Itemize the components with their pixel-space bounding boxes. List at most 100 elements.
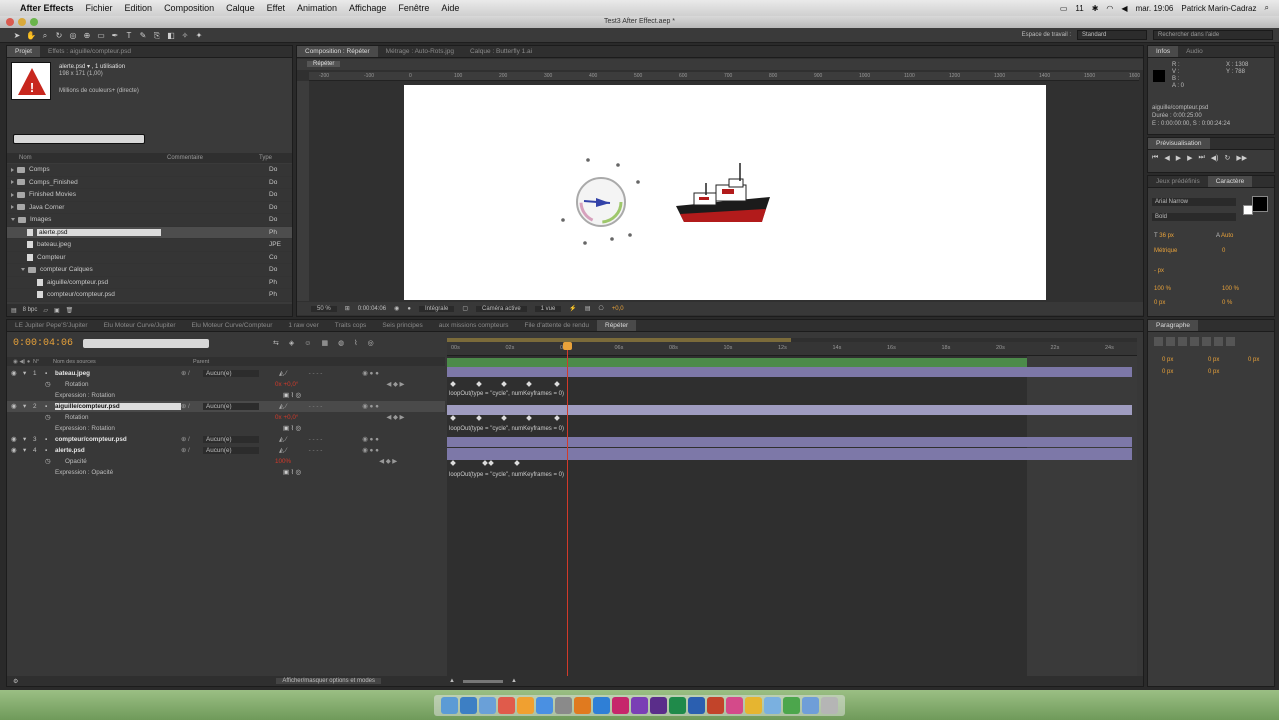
- align-left-icon[interactable]: [1154, 337, 1163, 346]
- zoom-window-icon[interactable]: [30, 18, 38, 26]
- camera-select[interactable]: Caméra active: [475, 305, 527, 312]
- property-row[interactable]: ◷ Rotation 0x +0,0° ◀ ◆ ▶: [7, 379, 445, 390]
- layer-expand-icon[interactable]: ▾: [17, 447, 33, 454]
- property-value[interactable]: 0x +0,0°: [275, 414, 298, 421]
- visibility-icon[interactable]: ◉: [7, 370, 17, 377]
- exposure-value[interactable]: +0,0: [612, 306, 624, 312]
- layer-row[interactable]: ◉ ▾ 4 ▪ alerte.psd ⊕ / Aucun(e) ◭ ⁄ - - - - ◉ ● ●: [7, 445, 445, 456]
- tab-layer[interactable]: Calque : Butterfly 1.ai: [462, 46, 540, 57]
- layer-switch-icons[interactable]: ◭ ⁄: [279, 436, 287, 443]
- tab-presets[interactable]: Jeux prédéfinis: [1148, 176, 1208, 187]
- layer-parent-select[interactable]: Aucun(e): [203, 370, 259, 377]
- battery-icon[interactable]: ▭: [1060, 4, 1068, 13]
- stopwatch-icon[interactable]: ◷: [7, 414, 65, 421]
- keyframe-marker[interactable]: [554, 381, 560, 387]
- column-type[interactable]: Type: [259, 155, 272, 161]
- stopwatch-icon[interactable]: ◷: [7, 458, 65, 465]
- graph-editor-icon[interactable]: ⌇: [354, 339, 357, 347]
- keyframe-marker[interactable]: [514, 460, 520, 466]
- calendar-icon[interactable]: [498, 696, 515, 714]
- tsume-field[interactable]: 0 %: [1222, 300, 1232, 306]
- layer-parent-select[interactable]: Aucun(e): [203, 403, 259, 410]
- new-comp-icon[interactable]: ▣: [54, 307, 60, 314]
- property-row[interactable]: ◷ Rotation 0x +0,0° ◀ ◆ ▶: [7, 412, 445, 423]
- leading-field[interactable]: A Auto: [1216, 233, 1233, 239]
- visibility-icon[interactable]: ◉: [7, 447, 17, 454]
- keyframe-marker[interactable]: [554, 415, 560, 421]
- fill-color-swatch[interactable]: [1252, 196, 1268, 212]
- camera-tool-icon[interactable]: ◎: [68, 31, 78, 40]
- expression-controls[interactable]: ▣ ⌇ ◎: [283, 469, 301, 476]
- timeline-tab[interactable]: Répéter: [597, 320, 637, 331]
- timeline-tab[interactable]: Seis principes: [374, 320, 430, 331]
- first-frame-icon[interactable]: ⏮: [1152, 154, 1158, 162]
- menu-affichage[interactable]: Affichage: [349, 3, 386, 13]
- comp-canvas[interactable]: [404, 85, 1046, 300]
- property-value[interactable]: 0x +0,0°: [275, 381, 298, 388]
- color-channel-icon[interactable]: ●: [407, 306, 411, 312]
- ram-preview-icon[interactable]: ▶▶: [1236, 154, 1247, 162]
- keyframe-marker[interactable]: [526, 381, 532, 387]
- zoom-out-icon[interactable]: ▲: [449, 678, 455, 684]
- last-frame-icon[interactable]: ⏭: [1198, 154, 1204, 162]
- selection-tool-icon[interactable]: ➤: [12, 31, 22, 40]
- layer-switch-icons[interactable]: ◭ ⁄: [279, 447, 287, 454]
- roto-tool-icon[interactable]: ✧: [180, 31, 190, 40]
- layer-parent-select[interactable]: Aucun(e): [203, 447, 259, 454]
- timeline-tab[interactable]: File d'attente de rendu: [517, 320, 597, 331]
- rotate-tool-icon[interactable]: ↻: [54, 31, 64, 40]
- align-center-icon[interactable]: [1166, 337, 1175, 346]
- layer-name[interactable]: bateau.jpeg: [55, 370, 181, 377]
- project-search-input[interactable]: [13, 134, 145, 144]
- project-item[interactable]: Finished Movies Do: [7, 189, 292, 202]
- project-item[interactable]: bateau.jpeg JPE: [7, 239, 292, 252]
- menu-aide[interactable]: Aide: [441, 3, 459, 13]
- keyframe-marker[interactable]: [501, 415, 507, 421]
- live-update-icon[interactable]: ◎: [368, 339, 374, 347]
- project-item[interactable]: aiguille/compteur.psd Ph: [7, 277, 292, 289]
- project-item[interactable]: alerte.psd Ph: [7, 226, 292, 239]
- layer-row[interactable]: ◉ ▾ 3 ▪ compteur/compteur.psd ⊕ / Aucun(e) ◭ ⁄ -…: [7, 434, 445, 445]
- project-item[interactable]: Compteur Co: [7, 252, 292, 264]
- eraser-tool-icon[interactable]: ◧: [166, 31, 176, 40]
- folder-icon[interactable]: [802, 696, 819, 714]
- keyframe-marker[interactable]: [526, 415, 532, 421]
- indesign-icon[interactable]: [612, 696, 629, 714]
- footer-switches-icon[interactable]: ⚙: [13, 678, 18, 685]
- visibility-icon[interactable]: ◉: [7, 436, 17, 443]
- stroke-color-swatch[interactable]: [1243, 205, 1253, 215]
- powerpoint-icon[interactable]: [707, 696, 724, 714]
- playhead[interactable]: [562, 342, 572, 676]
- stopwatch-icon[interactable]: ◷: [7, 381, 65, 388]
- timeline-tab[interactable]: Elu Moteur Curve/Compteur: [183, 320, 280, 331]
- trash-project-icon[interactable]: 🗑: [66, 307, 74, 314]
- expression-controls[interactable]: ▣ ⌇ ◎: [283, 425, 301, 432]
- timeline-tab[interactable]: Traits cops: [327, 320, 375, 331]
- zoom-tool-icon[interactable]: ⌕: [40, 31, 50, 40]
- safari-icon[interactable]: [460, 696, 477, 714]
- disclosure-triangle-icon[interactable]: [11, 192, 14, 197]
- disclosure-triangle-icon[interactable]: [11, 218, 15, 222]
- mask-tool-icon[interactable]: ▭: [96, 31, 106, 40]
- layer-av-icons[interactable]: ◉ ● ●: [362, 370, 379, 377]
- next-frame-icon[interactable]: ▶: [1187, 154, 1192, 162]
- layer-av-icons[interactable]: ◉ ● ●: [362, 447, 379, 454]
- layer-name[interactable]: compteur/compteur.psd: [55, 436, 181, 443]
- interpret-footage-icon[interactable]: ▤: [11, 307, 17, 314]
- puppet-tool-icon[interactable]: ✦: [194, 31, 204, 40]
- justify-right-icon[interactable]: [1214, 337, 1223, 346]
- region-icon[interactable]: ▢: [462, 305, 468, 312]
- pen-tool-icon[interactable]: ✒: [110, 31, 120, 40]
- brush-tool-icon[interactable]: ✎: [138, 31, 148, 40]
- project-item[interactable]: Comps_Finished Do: [7, 177, 292, 189]
- zoom-select[interactable]: 50 %: [311, 305, 337, 312]
- timeline-tab[interactable]: 1 raw over: [280, 320, 326, 331]
- bpc-button[interactable]: 8 bpc: [23, 307, 38, 313]
- tab-composition[interactable]: Composition : Répéter: [297, 46, 378, 57]
- layer-switches[interactable]: ⊕ /: [181, 436, 201, 443]
- expression-controls[interactable]: ▣ ⌇ ◎: [283, 392, 301, 399]
- font-style-select[interactable]: Bold: [1152, 213, 1236, 221]
- layer-expand-icon[interactable]: ▾: [17, 403, 33, 410]
- bluetooth-icon[interactable]: ✱: [1092, 4, 1099, 13]
- layer-switches[interactable]: ⊕ /: [181, 403, 201, 410]
